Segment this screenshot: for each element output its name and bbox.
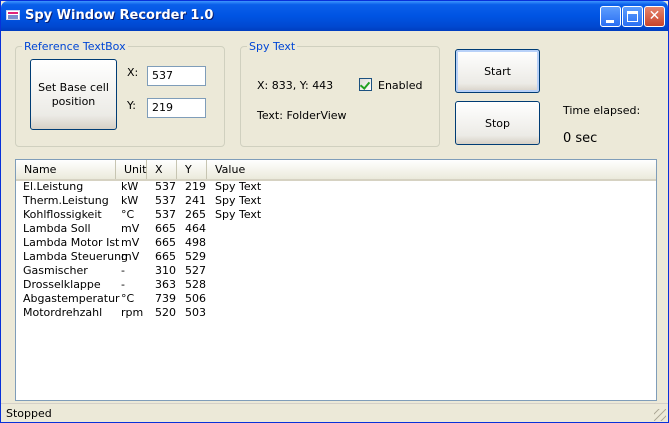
window-title: Spy Window Recorder 1.0	[25, 8, 214, 23]
minimize-button[interactable]	[600, 6, 621, 27]
main-window: Spy Window Recorder 1.0 ✕ Reference Text…	[0, 0, 669, 423]
cell-unit: °C	[121, 208, 135, 221]
y-label: Y:	[127, 99, 136, 112]
table-row[interactable]: Lambda Motor Ist mV 665 498	[16, 236, 656, 250]
cell-y: 528	[185, 278, 206, 291]
table-row[interactable]: Abgastemperatur °C 739 506	[16, 292, 656, 306]
reference-group-legend: Reference TextBox	[24, 40, 126, 53]
table-row[interactable]: Kohlflossigkeit °C 537 265 Spy Text	[16, 208, 656, 222]
cell-name: Lambda Steuerung	[23, 250, 129, 263]
enabled-label[interactable]: Enabled	[378, 79, 422, 92]
cell-x: 537	[155, 180, 176, 193]
maximize-button[interactable]	[622, 6, 643, 27]
cell-x: 520	[155, 306, 176, 319]
app-window-icon[interactable]	[6, 10, 20, 20]
cell-x: 537	[155, 208, 176, 221]
cell-x: 739	[155, 292, 176, 305]
table-row[interactable]: Motordrehzahl rpm 520 503	[16, 306, 656, 320]
cell-x: 665	[155, 250, 176, 263]
cell-unit: mV	[121, 222, 140, 235]
cell-y: 219	[185, 180, 206, 193]
table-row[interactable]: Lambda Soll mV 665 464	[16, 222, 656, 236]
cell-x: 363	[155, 278, 176, 291]
enabled-checkbox[interactable]	[359, 78, 372, 91]
cell-unit: mV	[121, 236, 140, 249]
spy-text-group: Spy Text	[240, 40, 440, 147]
cell-y: 498	[185, 236, 206, 249]
cell-value: Spy Text	[215, 194, 262, 207]
cell-y: 527	[185, 264, 206, 277]
time-elapsed-value: 0 sec	[563, 131, 598, 146]
cell-y: 529	[185, 250, 206, 263]
x-field[interactable]: 537	[147, 66, 206, 86]
column-header-unit[interactable]: Unit	[116, 160, 147, 179]
cell-unit: rpm	[121, 306, 144, 319]
cell-name: Lambda Soll	[23, 222, 91, 235]
maximize-icon	[627, 11, 638, 22]
table-row[interactable]: El.Leistung kW 537 219 Spy Text	[16, 180, 656, 194]
column-header-name[interactable]: Name	[16, 160, 116, 179]
close-button[interactable]: ✕	[644, 6, 665, 27]
resize-grip-icon[interactable]	[654, 409, 666, 421]
status-bar: Stopped	[1, 403, 668, 423]
cell-unit: kW	[121, 180, 139, 193]
cell-unit: kW	[121, 194, 139, 207]
cell-name: Kohlflossigkeit	[23, 208, 102, 221]
cell-y: 265	[185, 208, 206, 221]
table-row[interactable]: Gasmischer - 310 527	[16, 264, 656, 278]
cell-name: Motordrehzahl	[23, 306, 103, 319]
column-header-x[interactable]: X	[147, 160, 177, 179]
cell-name: Abgastemperatur	[23, 292, 120, 305]
cell-x: 665	[155, 222, 176, 235]
table-row[interactable]: Drosselklappe - 363 528	[16, 278, 656, 292]
cell-y: 503	[185, 306, 206, 319]
cell-y: 464	[185, 222, 206, 235]
table-row[interactable]: Therm.Leistung kW 537 241 Spy Text	[16, 194, 656, 208]
cell-y: 241	[185, 194, 206, 207]
checkmark-icon	[359, 79, 371, 90]
cell-name: Drosselklappe	[23, 278, 101, 291]
spy-coordinates: X: 833, Y: 443	[257, 79, 334, 92]
cell-x: 537	[155, 194, 176, 207]
list-header: Name Unit X Y Value	[16, 160, 656, 181]
cell-name: Gasmischer	[23, 264, 88, 277]
title-bar[interactable]: Spy Window Recorder 1.0 ✕	[1, 1, 668, 31]
stop-button[interactable]: Stop	[455, 101, 540, 145]
spy-text-value: Text: FolderView	[257, 109, 347, 122]
cell-name: Lambda Motor Ist	[23, 236, 120, 249]
status-text: Stopped	[6, 407, 52, 420]
cell-y: 506	[185, 292, 206, 305]
x-label: X:	[127, 66, 139, 79]
set-base-cell-button[interactable]: Set Base cell position	[30, 59, 117, 130]
close-icon: ✕	[648, 8, 661, 24]
cell-unit: -	[121, 264, 125, 277]
cell-name: Therm.Leistung	[23, 194, 109, 207]
cell-x: 665	[155, 236, 176, 249]
table-row[interactable]: Lambda Steuerung mV 665 529	[16, 250, 656, 264]
minimize-icon	[606, 20, 614, 23]
cell-name: El.Leistung	[23, 180, 84, 193]
cell-value: Spy Text	[215, 208, 262, 221]
start-button[interactable]: Start	[455, 49, 540, 93]
spy-group-legend: Spy Text	[249, 40, 296, 53]
column-header-y[interactable]: Y	[177, 160, 207, 179]
recorder-list-view[interactable]: Name Unit X Y Value El.Leistung kW 537 219 S…	[15, 159, 657, 401]
cell-unit: -	[121, 278, 125, 291]
y-field[interactable]: 219	[147, 98, 206, 118]
column-header-value[interactable]: Value	[207, 160, 656, 179]
cell-unit: °C	[121, 292, 135, 305]
cell-unit: mV	[121, 250, 140, 263]
time-elapsed-label: Time elapsed:	[563, 104, 641, 117]
cell-x: 310	[155, 264, 176, 277]
cell-value: Spy Text	[215, 180, 262, 193]
